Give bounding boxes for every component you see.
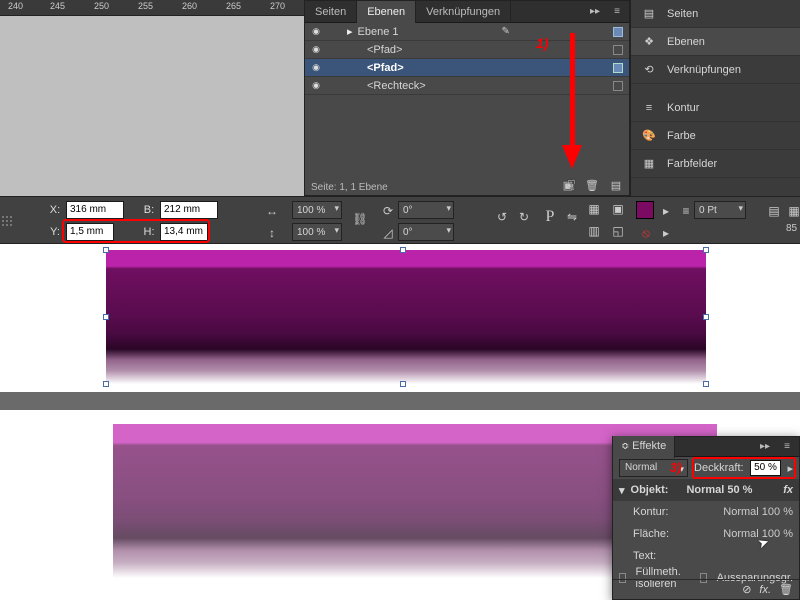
stroke-weight-icon: ≡ [676, 201, 696, 221]
panel-item-links[interactable]: ⟲Verknüpfungen [631, 56, 800, 84]
panel-tabs: Seiten Ebenen Verknüpfungen ▸▸ ≡ [305, 1, 629, 23]
visibility-icon[interactable]: ◉ [309, 25, 323, 39]
scale-x-dropdown[interactable]: 100 % [292, 201, 342, 219]
visibility-icon[interactable]: ◉ [309, 61, 323, 75]
tab-effects[interactable]: ≎ Effekte [613, 436, 675, 458]
divider [0, 392, 800, 410]
layer-name: Ebene 1 [358, 26, 399, 38]
drag-grip-icon[interactable] [0, 197, 16, 245]
tab-layers[interactable]: Ebenen [357, 1, 416, 23]
shear-icon: ◿ [378, 223, 398, 243]
stroke-icon: ≡ [641, 101, 657, 115]
stroke-value: Normal 100 % [723, 506, 793, 518]
panel-collapse-icon[interactable]: ▸▸ [587, 5, 603, 19]
pages-icon: ▤ [641, 7, 657, 21]
sublayer-name: <Rechteck> [367, 80, 426, 92]
annotation-1: 1) [536, 35, 548, 51]
select-indicator[interactable] [613, 45, 623, 55]
delete-layer-button[interactable]: 🗑 [583, 177, 601, 193]
highlight-box-3 [692, 457, 796, 479]
corner-icon[interactable]: ◱ [608, 221, 628, 241]
scale-x-icon: ↔ [262, 201, 282, 221]
select-indicator[interactable] [613, 81, 623, 91]
sublayer-row[interactable]: ◉ <Pfad> [305, 41, 629, 59]
select-indicator[interactable] [613, 63, 623, 73]
fx-icon[interactable]: ▤ [764, 201, 784, 221]
sublayer-row[interactable]: ◉ <Rechteck> [305, 77, 629, 95]
rotate-ccw-icon[interactable]: ↺ [492, 207, 512, 227]
selected-path[interactable] [106, 250, 706, 384]
control-bar: X:316 mm Y:1,5 mm B:212 mm H:13,4 mm 2) … [0, 196, 800, 244]
object-label: Objekt: [631, 484, 669, 496]
wrap-icon[interactable]: ▣ [608, 199, 628, 219]
layer-row-top[interactable]: ◉ ▸ Ebene 1 ✎ [305, 23, 629, 41]
shear-dropdown[interactable]: 0° [398, 223, 454, 241]
cursor-pointer-icon: ☟ [567, 177, 576, 194]
highlight-box-2 [62, 219, 210, 243]
tab-pages[interactable]: Seiten [305, 1, 357, 23]
layer-color-swatch [613, 27, 623, 37]
panel-item-stroke[interactable]: ≡Kontur [631, 94, 800, 122]
layer-status: Seite: 1, 1 Ebene [311, 182, 388, 193]
panel-menu-icon[interactable]: ≡ [609, 5, 625, 19]
text-label: Text: [633, 550, 656, 562]
layers-icon: ❖ [641, 35, 657, 49]
opacity-icon[interactable]: ▦ [784, 201, 800, 221]
fx-menu-button[interactable]: fx. [759, 584, 771, 596]
layer-options-button[interactable]: ▤ [607, 177, 625, 193]
fx-indicator-icon: fx [783, 484, 793, 496]
panel-item-pages[interactable]: ▤Seiten [631, 0, 800, 28]
link-icon[interactable]: ⛓ [350, 209, 370, 229]
right-panel-list: ▤Seiten ❖Ebenen ⟲Verknüpfungen ≡Kontur 🎨… [630, 0, 800, 196]
sublayer-row-selected[interactable]: ◉ <Pfad> [305, 59, 629, 77]
fill-arrow-icon[interactable]: ▸ [656, 201, 676, 221]
horizontal-ruler: 240 245 250 255 260 265 270 [0, 0, 304, 16]
paragraph-icon[interactable]: P [540, 207, 560, 227]
annotation-3: 3) [670, 460, 682, 475]
flip-h-icon[interactable]: ⇋ [562, 207, 582, 227]
color-icon: 🎨 [641, 129, 657, 143]
sublayer-name: <Pfad> [367, 62, 404, 74]
clear-fx-icon[interactable]: ⊘ [742, 583, 751, 596]
panel-item-layers[interactable]: ❖Ebenen [631, 28, 800, 56]
links-icon: ⟲ [641, 63, 657, 77]
visibility-icon[interactable]: ◉ [309, 79, 323, 93]
rotate-cw-icon[interactable]: ↻ [514, 207, 534, 227]
object-value: Normal 50 % [686, 484, 752, 496]
rotate-dropdown[interactable]: 0° [398, 201, 454, 219]
scale-y-dropdown[interactable]: 100 % [292, 223, 342, 241]
panel-item-color[interactable]: 🎨Farbe [631, 122, 800, 150]
delete-fx-icon[interactable]: 🗑 [779, 583, 793, 596]
w-field[interactable]: 212 mm [160, 201, 218, 219]
no-stroke-icon[interactable]: ⦸ [636, 223, 656, 243]
rotate-icon: ⟳ [378, 201, 398, 221]
fill-swatch[interactable] [636, 201, 654, 219]
document-canvas-top: 240 245 250 255 260 265 270 [0, 0, 304, 196]
edit-icon[interactable]: ✎ [499, 25, 513, 39]
opacity-label: 85 [786, 223, 797, 234]
stroke-weight-dropdown[interactable]: 0 Pt [694, 201, 746, 219]
tab-links[interactable]: Verknüpfungen [416, 1, 511, 23]
scale-y-icon: ↕ [262, 223, 282, 243]
stroke-arrow-icon[interactable]: ▸ [656, 223, 676, 243]
stroke-label: Kontur: [633, 506, 668, 518]
panel-menu-icon[interactable]: ≡ [779, 440, 795, 454]
sublayer-name: <Pfad> [367, 44, 402, 56]
distribute-icon[interactable]: ▥ [584, 221, 604, 241]
fill-label: Fläche: [633, 528, 669, 540]
x-field[interactable]: 316 mm [66, 201, 124, 219]
artboard-1[interactable] [0, 244, 800, 392]
panel-collapse-icon[interactable]: ▸▸ [757, 440, 773, 454]
panel-item-swatches[interactable]: ▦Farbfelder [631, 150, 800, 178]
swatches-icon: ▦ [641, 157, 657, 171]
visibility-icon[interactable]: ◉ [309, 43, 323, 57]
annotation-arrow [564, 33, 580, 173]
align-icon[interactable]: ▦ [584, 199, 604, 219]
